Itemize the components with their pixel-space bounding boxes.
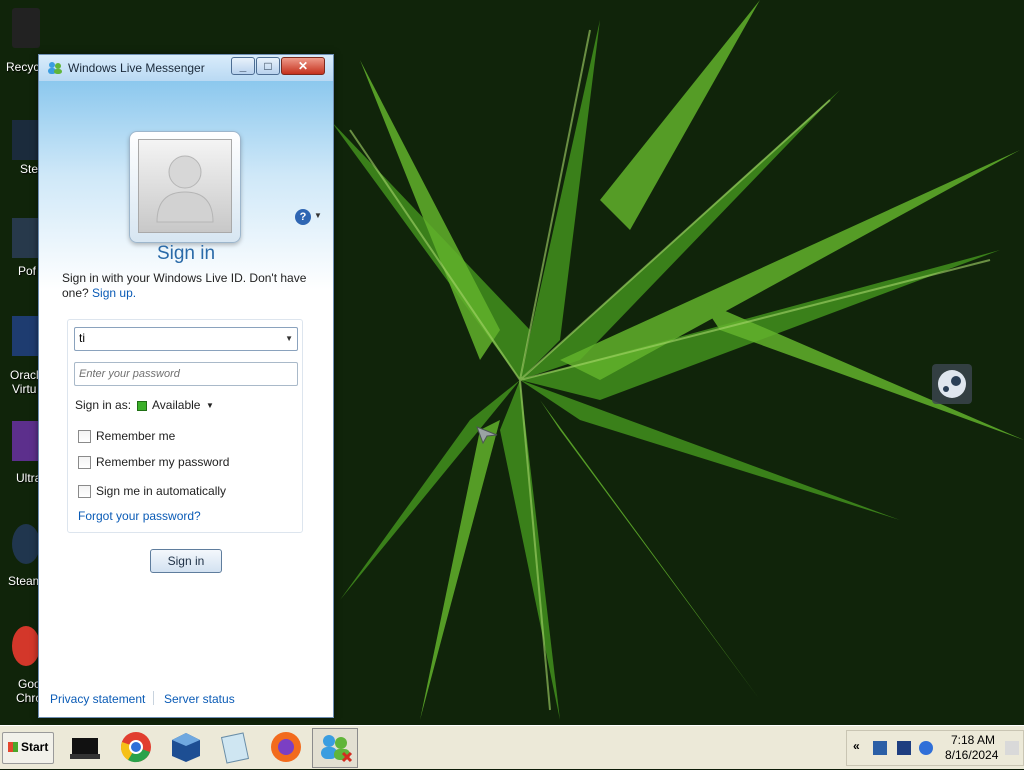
taskbar: Start « 7:18 AM 8/16/2024 xyxy=(0,725,1024,769)
volume-icon[interactable] xyxy=(919,741,933,755)
virtualbox-icon xyxy=(12,316,40,356)
chevron-down-icon[interactable]: ▼ xyxy=(285,334,293,343)
checkbox[interactable] xyxy=(78,456,91,469)
chrome-icon xyxy=(121,732,151,763)
close-icon: ✕ xyxy=(297,59,309,73)
password-field[interactable]: Enter your password xyxy=(74,362,298,386)
chevron-down-icon[interactable]: ▼ xyxy=(206,401,214,410)
notepad-icon xyxy=(220,732,250,764)
messenger-logo-icon xyxy=(47,61,63,75)
minimize-button[interactable]: _ xyxy=(231,57,255,75)
terminal-icon xyxy=(70,738,100,759)
remember-me-label: Remember me xyxy=(96,429,176,443)
help-icon[interactable]: ? xyxy=(295,209,311,225)
desktop-icon-label: Ste xyxy=(20,162,39,176)
steam-icon xyxy=(12,524,40,564)
clock-date[interactable]: 8/16/2024 xyxy=(945,748,998,762)
messenger-window: Windows Live Messenger _ □ ✕ ? ▼ Sign in… xyxy=(38,54,334,718)
help-dropdown-icon[interactable]: ▼ xyxy=(314,211,322,220)
mouse-cursor-icon xyxy=(476,426,498,444)
start-label: Start xyxy=(21,740,49,754)
server-status-link[interactable]: Server status xyxy=(164,692,235,706)
windows-live-id-value: ti xyxy=(79,331,85,345)
taskbar-terminal[interactable] xyxy=(64,728,108,766)
clock-time[interactable]: 7:18 AM xyxy=(951,733,995,747)
steam-logo-icon xyxy=(938,370,966,398)
status-available-icon xyxy=(137,401,147,411)
footer-divider xyxy=(153,691,154,705)
taskbar-notepad[interactable] xyxy=(214,728,258,766)
sign-up-link[interactable]: Sign up. xyxy=(92,286,136,300)
desktop-icon-label: Oracl xyxy=(10,368,39,382)
sign-in-as-label: Sign in as: xyxy=(75,398,132,412)
notification-icon[interactable] xyxy=(1005,741,1019,755)
taskbar-messenger[interactable] xyxy=(312,728,358,768)
windows-flag-icon xyxy=(8,742,18,752)
sign-in-heading: Sign in xyxy=(156,243,216,264)
taskbar-virtualbox[interactable] xyxy=(164,728,208,766)
checkbox[interactable] xyxy=(78,485,91,498)
sign-in-button[interactable]: Sign in xyxy=(150,549,222,573)
sign-in-intro: Sign in with your Windows Live ID. Don't… xyxy=(62,271,312,301)
recycle-bin-icon xyxy=(12,8,40,48)
monitor-icon[interactable] xyxy=(897,741,911,755)
sign-in-automatically-label: Sign me in automatically xyxy=(96,484,227,498)
pof-icon xyxy=(12,218,40,258)
avatar xyxy=(138,139,232,233)
title-bar[interactable]: Windows Live Messenger _ □ ✕ xyxy=(39,55,333,81)
network-icon[interactable] xyxy=(873,741,887,755)
forgot-password-link[interactable]: Forgot your password? xyxy=(78,509,201,523)
start-button[interactable]: Start xyxy=(2,732,54,764)
windows-live-id-field[interactable]: ti ▼ xyxy=(74,327,298,351)
steam-icon xyxy=(12,120,40,160)
user-silhouette-icon xyxy=(156,155,214,223)
checkbox[interactable] xyxy=(78,430,91,443)
taskbar-firefox[interactable] xyxy=(264,728,308,766)
desktop-icon-label: Virtu xyxy=(12,382,37,396)
firefox-icon xyxy=(271,732,301,762)
status-dropdown[interactable]: Available xyxy=(152,398,200,412)
taskbar-chrome[interactable] xyxy=(114,728,158,766)
window-title: Windows Live Messenger xyxy=(68,61,205,75)
close-button[interactable]: ✕ xyxy=(281,57,325,75)
messenger-icon xyxy=(321,735,353,763)
system-tray: « 7:18 AM 8/16/2024 xyxy=(846,730,1024,766)
maximize-icon: □ xyxy=(264,59,272,73)
desktop-icon-label: Pof xyxy=(18,264,37,278)
sign-in-as-row: Sign in as: Available ▼ xyxy=(75,398,214,412)
virtualbox-icon xyxy=(172,733,200,762)
minimize-icon: _ xyxy=(239,59,247,73)
tray-expand-icon[interactable]: « xyxy=(853,739,860,753)
password-placeholder: Enter your password xyxy=(79,368,180,380)
maximize-button[interactable]: □ xyxy=(256,57,280,75)
sign-in-form: ti ▼ Enter your password Sign in as: Ava… xyxy=(67,319,303,533)
remember-password-label: Remember my password xyxy=(96,455,230,469)
steam-floating-icon[interactable] xyxy=(932,364,972,404)
desktop-icon-label: Recyc xyxy=(6,60,40,74)
privacy-statement-link[interactable]: Privacy statement xyxy=(50,692,145,706)
avatar-frame[interactable] xyxy=(129,131,241,243)
chrome-icon xyxy=(12,626,40,666)
ultra-icon xyxy=(12,421,40,461)
